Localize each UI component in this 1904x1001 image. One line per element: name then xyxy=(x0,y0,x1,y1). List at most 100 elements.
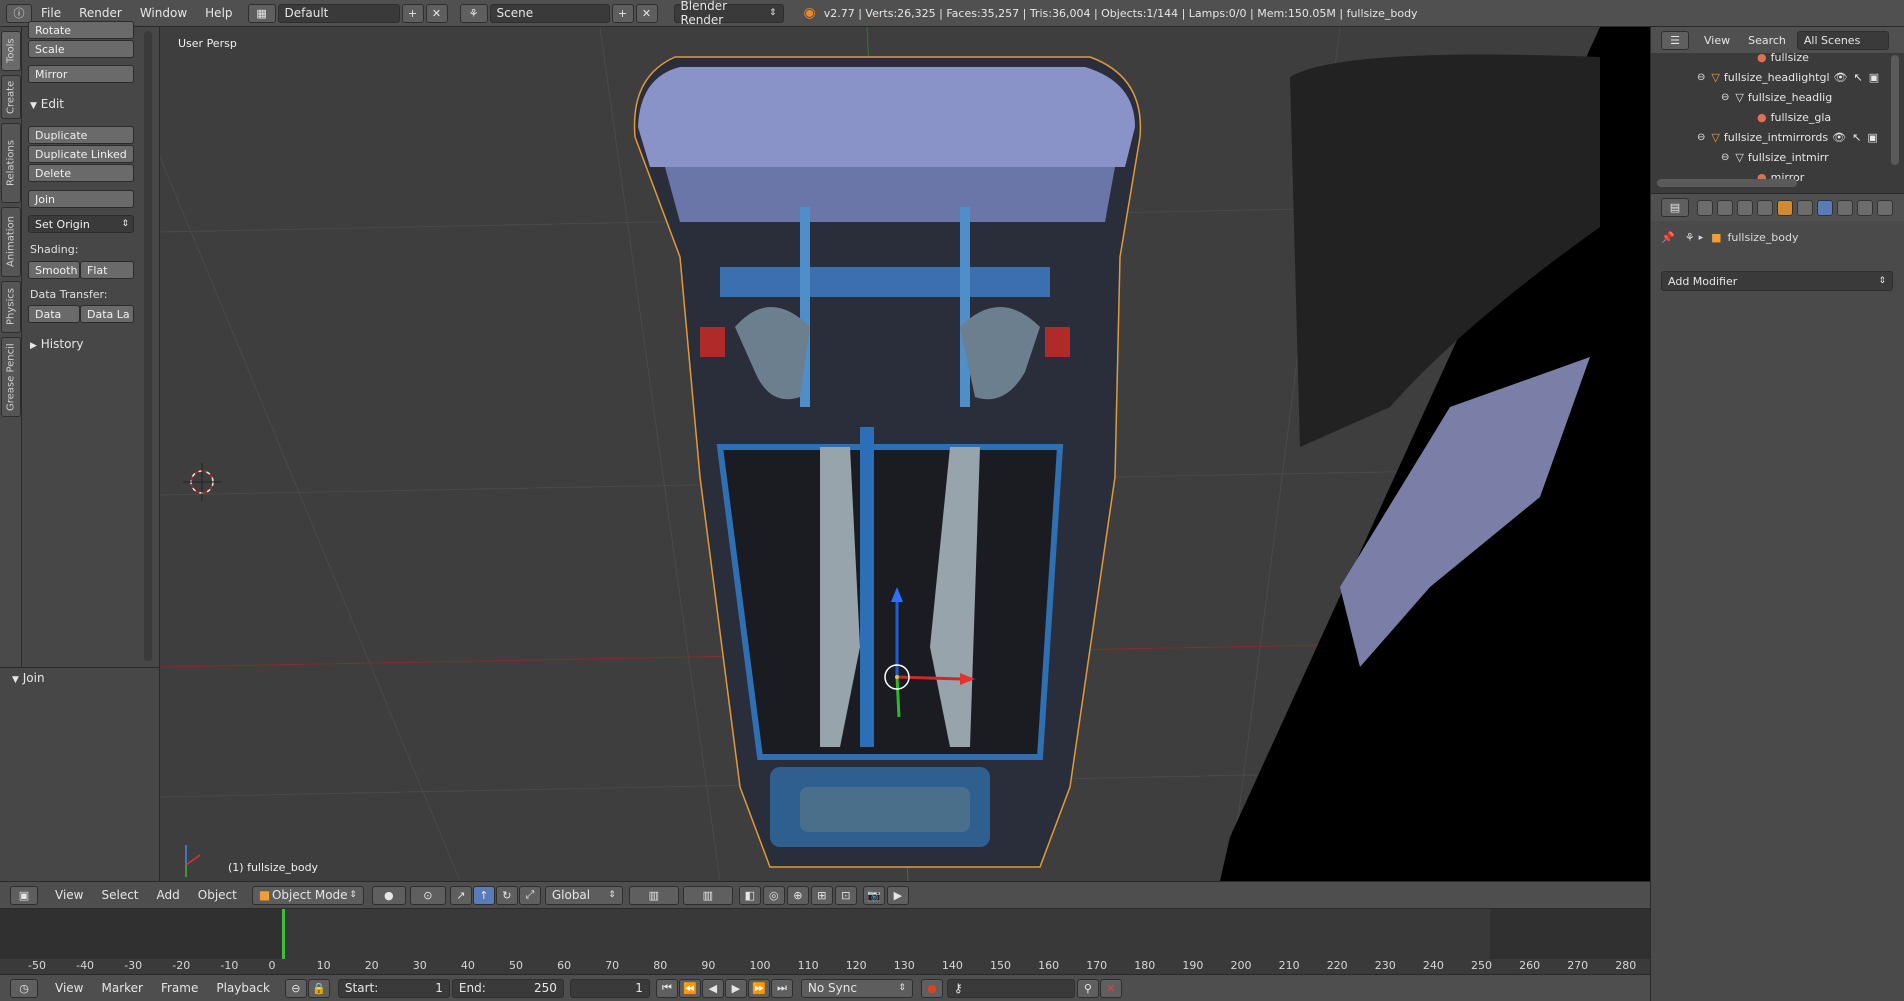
scene-icon[interactable]: ⚘ xyxy=(459,3,488,23)
menu-select[interactable]: Select xyxy=(92,888,147,902)
timeline-ruler[interactable] xyxy=(0,959,1650,975)
menu-file[interactable]: File xyxy=(32,6,70,20)
texture-tab-icon[interactable] xyxy=(1877,199,1893,216)
outliner-vscrollbar[interactable] xyxy=(1891,55,1899,165)
world-tab-icon[interactable] xyxy=(1757,199,1773,216)
play-icon[interactable]: ▶ xyxy=(724,978,747,998)
mode-dropdown[interactable]: ■ Object Mode ⇕ xyxy=(251,885,364,905)
scene-tab-icon[interactable] xyxy=(1737,199,1753,216)
play-reverse-icon[interactable]: ◀ xyxy=(701,978,724,998)
outliner-row[interactable]: ⊖ ▽ fullsize_headlig xyxy=(1721,87,1832,107)
add-modifier-dropdown[interactable]: Add Modifier ⇕ xyxy=(1661,271,1893,291)
sync-dropdown[interactable]: No Sync ⇕ xyxy=(800,978,913,998)
smooth-button[interactable]: Smooth xyxy=(28,261,80,279)
outliner-row[interactable]: ⊖ ▽ fullsize_intmirrords 👁 ↖ ▣ xyxy=(1697,127,1878,147)
current-frame-field[interactable]: 1 xyxy=(569,978,650,998)
modifiers-tab-icon[interactable] xyxy=(1817,199,1833,216)
flat-button[interactable]: Flat xyxy=(80,261,134,279)
tab-tools[interactable]: Tools xyxy=(1,31,21,71)
menu-window[interactable]: Window xyxy=(131,6,196,20)
duplicate-linked-button[interactable]: Duplicate Linked xyxy=(28,145,134,163)
scale-button[interactable]: Scale xyxy=(28,40,134,58)
rotate-button[interactable]: Rotate xyxy=(28,21,134,39)
render-preview-icon[interactable]: ◧ xyxy=(738,885,761,905)
pin-icon[interactable]: 📌 xyxy=(1661,231,1675,244)
delete-button[interactable]: Delete xyxy=(28,164,134,182)
delete-keyframe-icon[interactable]: ✕ xyxy=(1099,978,1122,998)
data-layout-button[interactable]: Data La xyxy=(80,305,134,323)
menu-view-timeline[interactable]: View xyxy=(46,981,92,995)
end-frame-field[interactable]: End: 250 xyxy=(451,978,564,998)
timeline[interactable]: -50 -40 -30 -20 -10 0 10 20 30 40 50 60 70 80 90 100 110… xyxy=(0,908,1650,975)
history-section-header[interactable]: ▶ History xyxy=(30,337,83,351)
current-frame-marker[interactable] xyxy=(282,909,285,959)
outliner-menu-search[interactable]: Search xyxy=(1739,34,1795,47)
jump-end-icon[interactable]: ⏭ xyxy=(770,978,793,998)
display-mode-dropdown[interactable]: All Scenes xyxy=(1796,30,1889,50)
menu-render[interactable]: Render xyxy=(70,6,131,20)
menu-help[interactable]: Help xyxy=(196,6,241,20)
remove-layout-icon[interactable]: ✕ xyxy=(425,3,448,23)
menu-view[interactable]: View xyxy=(46,888,92,902)
preview-range-icon[interactable]: ⊖ xyxy=(284,978,307,998)
tab-physics[interactable]: Physics xyxy=(1,281,21,333)
outliner-editor-icon[interactable]: ☰ xyxy=(1661,30,1689,50)
record-icon[interactable]: ● xyxy=(920,978,943,998)
timeline-editor-icon[interactable]: ◷ xyxy=(10,978,38,998)
render-camera-icon[interactable]: ▣ xyxy=(1867,131,1877,144)
data-transfer-button[interactable]: Data xyxy=(28,305,80,323)
snap-target-icon[interactable]: ⊡ xyxy=(834,885,857,905)
outliner-row[interactable]: ● fullsize xyxy=(1757,53,1809,67)
menu-marker[interactable]: Marker xyxy=(92,981,151,995)
outliner-row[interactable]: ● fullsize_gla xyxy=(1757,107,1831,127)
snap-element-icon[interactable]: ⊞ xyxy=(810,885,833,905)
menu-playback[interactable]: Playback xyxy=(207,981,279,995)
start-frame-field[interactable]: Start: 1 xyxy=(337,978,450,998)
duplicate-button[interactable]: Duplicate xyxy=(28,126,134,144)
outliner-row[interactable]: ⊖ ▽ fullsize_headlightgl 👁 ↖ ▣ xyxy=(1697,67,1879,87)
layers-2-icon[interactable]: ▥ xyxy=(682,885,733,905)
mirror-button[interactable]: Mirror xyxy=(28,65,134,83)
translate-manipulator-icon[interactable]: ↑ xyxy=(472,885,495,905)
menu-object[interactable]: Object xyxy=(189,888,246,902)
menu-frame[interactable]: Frame xyxy=(152,981,207,995)
orientation-dropdown[interactable]: Global ⇕ xyxy=(544,885,623,905)
outliner-menu-view[interactable]: View xyxy=(1695,34,1739,47)
material-tab-icon[interactable] xyxy=(1857,199,1873,216)
scene-selector[interactable]: Scene xyxy=(489,3,610,23)
cursor-select-icon[interactable]: ↖ xyxy=(1854,71,1863,84)
tab-grease-pencil[interactable]: Grease Pencil xyxy=(1,337,21,417)
rotate-manipulator-icon[interactable]: ↻ xyxy=(495,885,518,905)
constraints-tab-icon[interactable] xyxy=(1797,199,1813,216)
add-layout-icon[interactable]: + xyxy=(401,3,424,23)
join-operator-header[interactable]: ▼ Join xyxy=(12,671,45,685)
outliner-hscrollbar[interactable] xyxy=(1657,179,1797,187)
render-tab-icon[interactable] xyxy=(1697,199,1713,216)
pivot-point-icon[interactable]: ⊙ xyxy=(409,885,446,905)
render-animation-icon[interactable]: ▶ xyxy=(886,885,909,905)
eye-icon[interactable]: 👁 xyxy=(1832,131,1846,144)
render-camera-icon[interactable]: ▣ xyxy=(1869,71,1879,84)
info-editor-icon[interactable]: ⓘ xyxy=(6,3,32,23)
jump-keyframe-forward-icon[interactable]: ⏩ xyxy=(747,978,770,998)
eye-icon[interactable]: 👁 xyxy=(1834,71,1848,84)
tab-animation[interactable]: Animation xyxy=(1,207,21,277)
insert-keyframe-icon[interactable]: ⚲ xyxy=(1076,978,1099,998)
join-button[interactable]: Join xyxy=(28,190,134,208)
3d-viewport[interactable]: User Persp (1) fullsize_body xyxy=(160,27,1650,881)
tab-create[interactable]: Create xyxy=(1,75,21,119)
object-tab-icon[interactable] xyxy=(1777,199,1793,216)
render-layers-tab-icon[interactable] xyxy=(1717,199,1733,216)
shading-mode-icon[interactable]: ● xyxy=(371,885,406,905)
render-image-icon[interactable]: 📷 xyxy=(862,885,885,905)
tab-relations[interactable]: Relations xyxy=(1,123,21,203)
outliner-row[interactable]: ⊖ ▽ fullsize_intmirr xyxy=(1721,147,1829,167)
manipulator-toggle-icon[interactable]: ↗ xyxy=(449,885,472,905)
properties-editor-icon[interactable]: ▤ xyxy=(1661,198,1689,217)
remove-scene-icon[interactable]: ✕ xyxy=(635,3,658,23)
edit-section-header[interactable]: ▼ Edit xyxy=(30,97,64,111)
jump-start-icon[interactable]: ⏮ xyxy=(655,978,678,998)
add-scene-icon[interactable]: + xyxy=(611,3,634,23)
cursor-select-icon[interactable]: ↖ xyxy=(1852,131,1861,144)
editor-type-icon[interactable]: ▣ xyxy=(10,885,38,905)
